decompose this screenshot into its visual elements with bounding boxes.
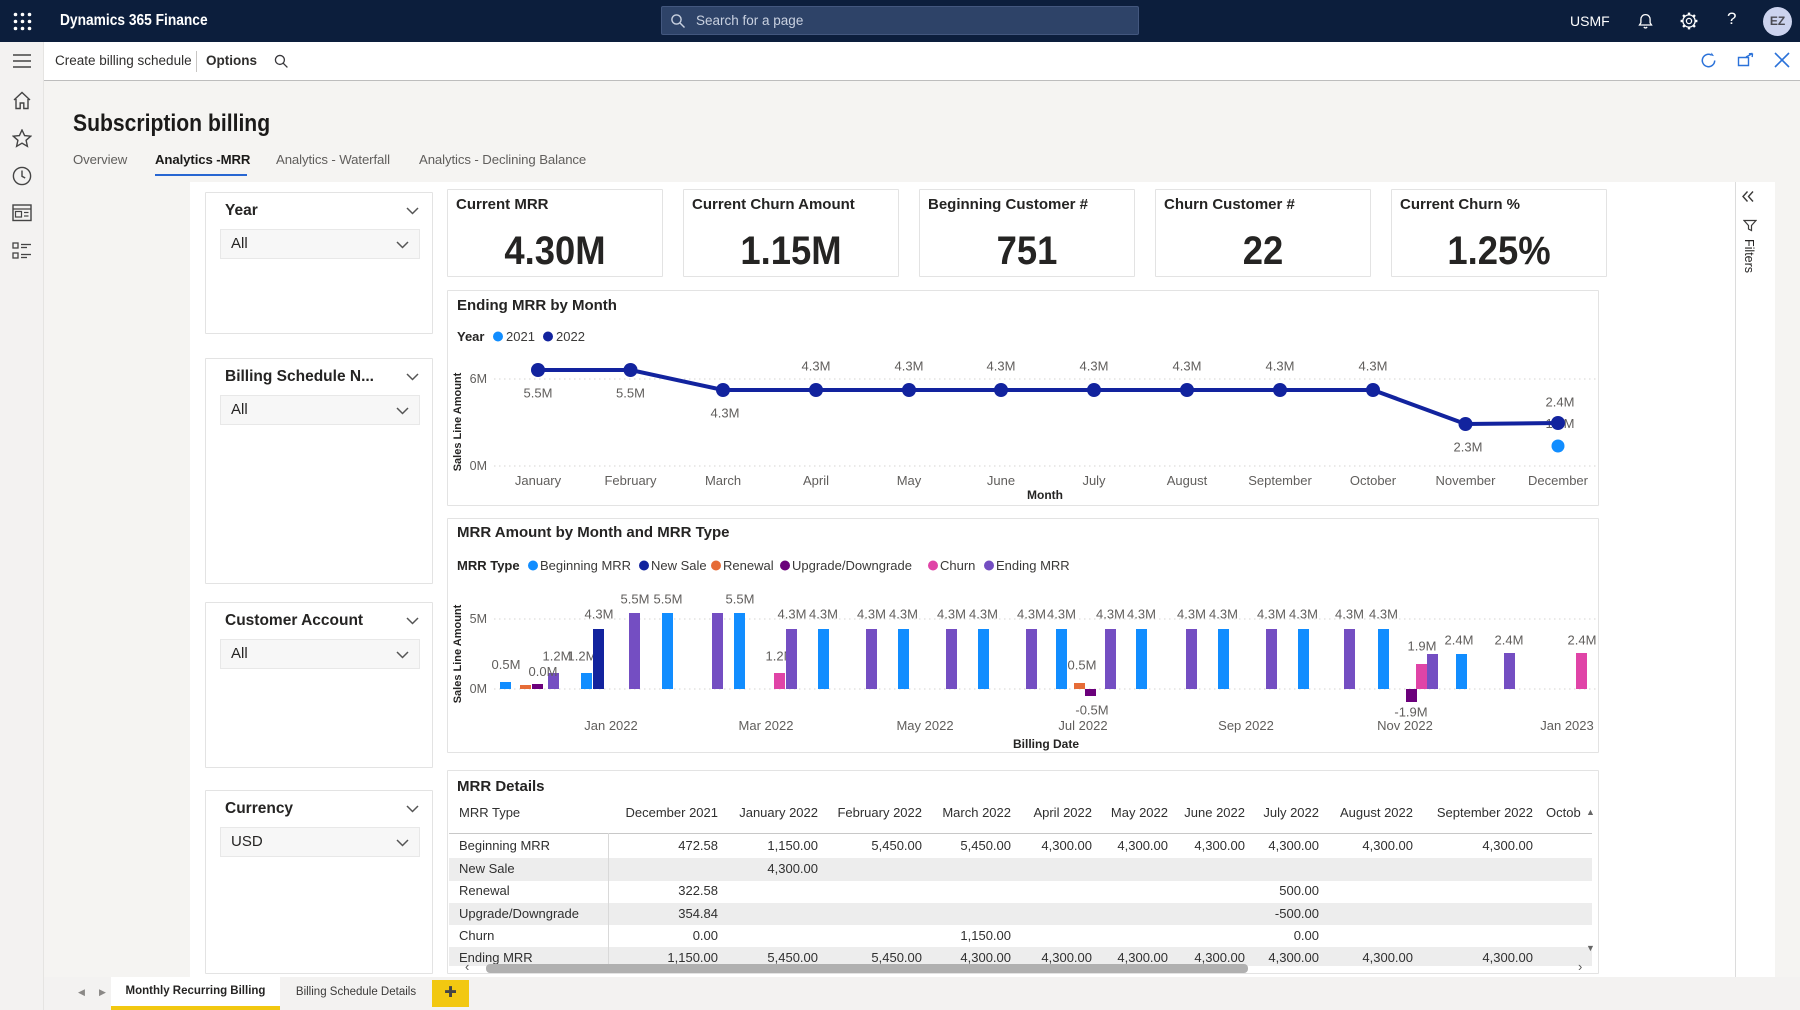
- svg-text:June: June: [987, 473, 1015, 488]
- svg-text:Ending MRR by Month: Ending MRR by Month: [457, 297, 617, 314]
- svg-text:April: April: [803, 473, 829, 488]
- svg-text:MRR Type: MRR Type: [457, 558, 520, 573]
- svg-text:Sep 2022: Sep 2022: [1218, 718, 1274, 733]
- svg-text:4.3M: 4.3M: [937, 607, 966, 622]
- svg-text:January: January: [515, 473, 562, 488]
- svg-text:0.0M: 0.0M: [529, 664, 558, 679]
- svg-text:Beginning MRR: Beginning MRR: [540, 558, 631, 573]
- svg-text:August: August: [1167, 473, 1208, 488]
- svg-text:4.3M: 4.3M: [987, 359, 1016, 374]
- svg-text:Billing Date: Billing Date: [1013, 737, 1079, 751]
- svg-text:2021: 2021: [506, 329, 535, 344]
- svg-text:November: November: [1436, 473, 1497, 488]
- svg-text:May 2022: May 2022: [896, 718, 953, 733]
- svg-text:Nov 2022: Nov 2022: [1377, 718, 1433, 733]
- svg-text:4.3M: 4.3M: [1369, 607, 1398, 622]
- svg-text:4.3M: 4.3M: [857, 607, 886, 622]
- svg-text:4.3M: 4.3M: [1017, 607, 1046, 622]
- svg-text:2022: 2022: [556, 329, 585, 344]
- svg-text:1.2M: 1.2M: [543, 649, 572, 664]
- svg-text:4.3M: 4.3M: [1177, 607, 1206, 622]
- svg-text:4.3M: 4.3M: [969, 607, 998, 622]
- svg-text:Renewal: Renewal: [723, 558, 774, 573]
- svg-text:5.5M: 5.5M: [621, 592, 650, 607]
- svg-text:0.5M: 0.5M: [1068, 658, 1097, 673]
- svg-text:Ending MRR: Ending MRR: [996, 558, 1070, 573]
- svg-text:5M: 5M: [470, 612, 487, 626]
- svg-text:Sales Line Amount: Sales Line Amount: [452, 604, 464, 703]
- svg-text:2.4M: 2.4M: [1445, 633, 1474, 648]
- svg-text:Sales Line Amount: Sales Line Amount: [452, 372, 464, 471]
- svg-text:July: July: [1082, 473, 1106, 488]
- svg-text:4.3M: 4.3M: [1047, 607, 1076, 622]
- svg-text:-0.5M: -0.5M: [1075, 703, 1108, 718]
- svg-text:5.5M: 5.5M: [654, 592, 683, 607]
- svg-text:0.5M: 0.5M: [492, 657, 521, 672]
- svg-text:4.3M: 4.3M: [1257, 607, 1286, 622]
- svg-text:4.3M: 4.3M: [809, 607, 838, 622]
- svg-text:4.3M: 4.3M: [1289, 607, 1318, 622]
- svg-text:4.3M: 4.3M: [711, 406, 740, 421]
- svg-text:Mar 2022: Mar 2022: [739, 718, 794, 733]
- svg-text:2.3M: 2.3M: [1454, 440, 1483, 455]
- svg-text:2.4M: 2.4M: [1568, 633, 1597, 648]
- svg-text:Jan 2023: Jan 2023: [1540, 718, 1594, 733]
- svg-text:4.3M: 4.3M: [1266, 359, 1295, 374]
- svg-text:5.5M: 5.5M: [524, 386, 553, 401]
- svg-text:Upgrade/Downgrade: Upgrade/Downgrade: [792, 558, 912, 573]
- svg-text:Month: Month: [1027, 488, 1063, 502]
- svg-text:February: February: [604, 473, 657, 488]
- svg-text:1.2M: 1.2M: [568, 649, 597, 664]
- svg-text:2.4M: 2.4M: [1546, 395, 1575, 410]
- svg-text:4.3M: 4.3M: [1359, 359, 1388, 374]
- svg-text:5.5M: 5.5M: [616, 386, 645, 401]
- svg-text:4.3M: 4.3M: [1127, 607, 1156, 622]
- svg-text:Churn: Churn: [940, 558, 975, 573]
- svg-text:4.3M: 4.3M: [1335, 607, 1364, 622]
- svg-text:4.3M: 4.3M: [585, 607, 614, 622]
- svg-text:May: May: [897, 473, 922, 488]
- svg-text:4.3M: 4.3M: [895, 359, 924, 374]
- svg-text:0M: 0M: [470, 459, 487, 473]
- svg-text:Year: Year: [457, 329, 484, 344]
- svg-text:New Sale: New Sale: [651, 558, 707, 573]
- svg-text:Jul 2022: Jul 2022: [1058, 718, 1107, 733]
- svg-text:4.3M: 4.3M: [802, 359, 831, 374]
- svg-text:4.3M: 4.3M: [1173, 359, 1202, 374]
- svg-text:Jan 2022: Jan 2022: [584, 718, 638, 733]
- svg-text:March: March: [705, 473, 741, 488]
- svg-text:September: September: [1248, 473, 1312, 488]
- svg-text:December: December: [1528, 473, 1589, 488]
- svg-text:4.3M: 4.3M: [1209, 607, 1238, 622]
- svg-text:4.3M: 4.3M: [778, 607, 807, 622]
- svg-text:5.5M: 5.5M: [726, 592, 755, 607]
- svg-text:4.3M: 4.3M: [1080, 359, 1109, 374]
- svg-text:0M: 0M: [470, 682, 487, 696]
- svg-text:4.3M: 4.3M: [889, 607, 918, 622]
- svg-text:6M: 6M: [470, 372, 487, 386]
- svg-text:MRR Amount by Month and MRR Ty: MRR Amount by Month and MRR Type: [457, 524, 729, 541]
- svg-text:1.9M: 1.9M: [1408, 639, 1437, 654]
- svg-text:October: October: [1350, 473, 1397, 488]
- svg-text:4.3M: 4.3M: [1096, 607, 1125, 622]
- svg-text:2.4M: 2.4M: [1495, 633, 1524, 648]
